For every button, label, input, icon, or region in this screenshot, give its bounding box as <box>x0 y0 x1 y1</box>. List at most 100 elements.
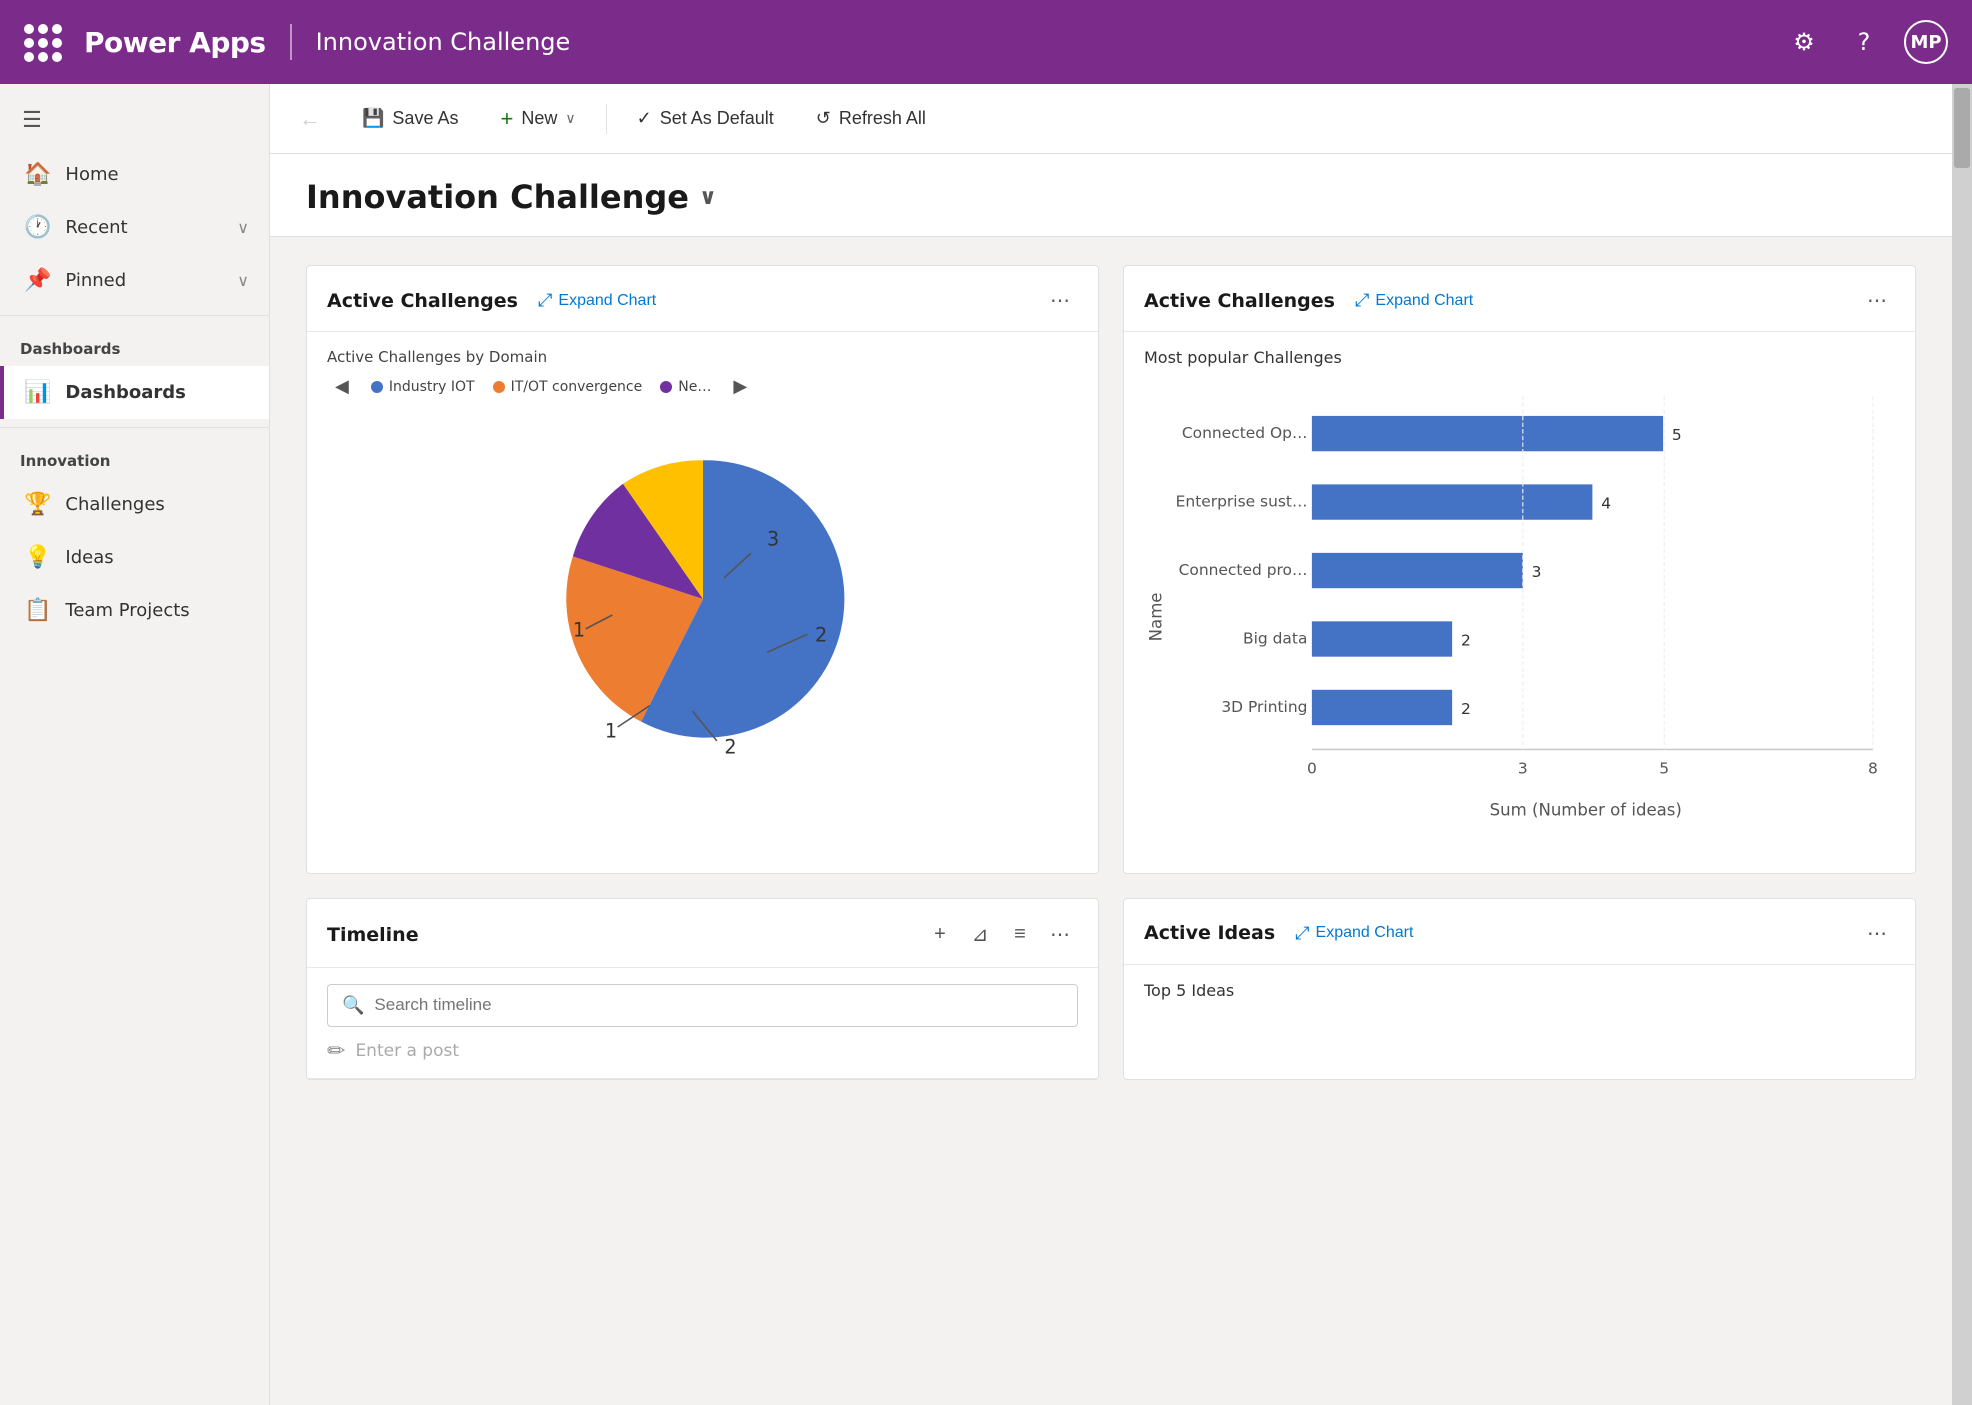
sidebar: ☰ 🏠 Home 🕐 Recent ∨ 📌 Pinned ∨ Dashboard… <box>0 84 270 1405</box>
settings-icon[interactable]: ⚙ <box>1784 22 1824 62</box>
toolbar: ← 💾 Save As + New ∨ ✓ Set As Default ↺ R… <box>270 84 1952 154</box>
x-axis-label: Sum (Number of ideas) <box>1490 801 1682 820</box>
x-tick-5: 5 <box>1659 760 1669 778</box>
page-header: Innovation Challenge ∨ <box>270 154 1952 237</box>
timeline-sort-button[interactable]: ≡ <box>1002 917 1038 953</box>
bar-rect-4 <box>1312 621 1452 656</box>
pencil-icon: ✏ <box>327 1039 345 1064</box>
bar-expand-icon: ⤢ <box>1355 290 1369 311</box>
sidebar-divider-1 <box>0 315 269 316</box>
bar-rect-3 <box>1312 553 1523 588</box>
user-avatar[interactable]: MP <box>1904 20 1948 64</box>
challenges-icon: 🏆 <box>24 492 51 517</box>
ideas-expand-chart-button[interactable]: ⤢ Expand Chart <box>1287 919 1421 948</box>
bar-val-3: 3 <box>1532 563 1542 581</box>
timeline-card-header: Timeline + ⊿ ≡ ⋯ <box>307 899 1098 968</box>
top-nav: Power Apps Innovation Challenge ⚙ ? MP <box>0 0 1972 84</box>
x-tick-8: 8 <box>1868 760 1878 778</box>
ideas-card-header: Active Ideas ⤢ Expand Chart ⋯ <box>1124 899 1915 965</box>
timeline-add-button[interactable]: + <box>922 917 958 953</box>
refresh-label: Refresh All <box>839 108 926 129</box>
legend-label-itot: IT/OT convergence <box>511 379 643 395</box>
innovation-section-label: Innovation <box>0 436 269 478</box>
timeline-post-area: ✏ Enter a post <box>307 1039 1098 1079</box>
ideas-card-more-button[interactable]: ⋯ <box>1859 917 1895 950</box>
new-dropdown-arrow-icon: ∨ <box>565 110 575 127</box>
refresh-all-button[interactable]: ↺ Refresh All <box>798 98 944 139</box>
sidebar-item-team-projects-label: Team Projects <box>65 600 189 621</box>
new-icon: + <box>500 106 513 132</box>
bar-rect-2 <box>1312 484 1593 519</box>
pie-label-1-left: 1 <box>572 618 584 641</box>
search-icon: 🔍 <box>342 995 364 1016</box>
back-button[interactable]: ← <box>290 99 330 139</box>
timeline-card: Timeline + ⊿ ≡ ⋯ 🔍 ✏ Enter a post <box>306 898 1099 1080</box>
bar-val-2: 4 <box>1601 495 1611 513</box>
main-content: ← 💾 Save As + New ∨ ✓ Set As Default ↺ R… <box>270 84 1952 1405</box>
bar-label-3: Connected pro… <box>1179 561 1308 579</box>
pie-label-2-btm: 2 <box>724 736 736 759</box>
sidebar-item-challenges[interactable]: 🏆 Challenges <box>0 478 269 531</box>
nav-page-title: Innovation Challenge <box>316 28 571 56</box>
ideas-expand-icon: ⤢ <box>1295 923 1309 944</box>
pie-expand-chart-button[interactable]: ⤢ Expand Chart <box>530 286 664 315</box>
new-label: New <box>521 108 557 129</box>
help-icon[interactable]: ? <box>1844 22 1884 62</box>
sidebar-item-team-projects[interactable]: 📋 Team Projects <box>0 584 269 637</box>
new-button[interactable]: + New ∨ <box>482 96 593 142</box>
bar-y-axis-label: Name <box>1147 593 1166 642</box>
main-layout: ☰ 🏠 Home 🕐 Recent ∨ 📌 Pinned ∨ Dashboard… <box>0 84 1972 1405</box>
bar-rect-1 <box>1312 416 1663 451</box>
pie-nav-next[interactable]: ▶ <box>729 376 751 397</box>
bar-label-4: Big data <box>1243 629 1307 647</box>
active-challenges-pie-card: Active Challenges ⤢ Expand Chart ⋯ Activ… <box>306 265 1099 874</box>
timeline-search-input[interactable] <box>374 995 1063 1015</box>
nav-divider <box>290 24 292 60</box>
bar-label-2: Enterprise sust… <box>1176 492 1308 510</box>
bar-card-more-button[interactable]: ⋯ <box>1859 284 1895 317</box>
bar-expand-chart-button[interactable]: ⤢ Expand Chart <box>1347 286 1481 315</box>
timeline-more-button[interactable]: ⋯ <box>1042 917 1078 953</box>
save-as-icon: 💾 <box>362 108 384 129</box>
sidebar-item-pinned[interactable]: 📌 Pinned ∨ <box>0 254 269 307</box>
pie-card-title: Active Challenges <box>327 290 518 312</box>
legend-dot-itot <box>493 381 505 393</box>
page-title-text: Innovation Challenge <box>306 178 689 216</box>
pie-card-more-button[interactable]: ⋯ <box>1042 284 1078 317</box>
sidebar-item-ideas[interactable]: 💡 Ideas <box>0 531 269 584</box>
pie-legend: ◀ Industry IOT IT/OT convergence Ne… <box>327 376 1078 397</box>
scrollbar-thumb[interactable] <box>1954 88 1970 168</box>
sidebar-item-home[interactable]: 🏠 Home <box>0 148 269 201</box>
bar-subtitle: Most popular Challenges <box>1144 348 1895 367</box>
legend-dot-iot <box>371 381 383 393</box>
refresh-icon: ↺ <box>816 108 831 129</box>
pie-subtitle: Active Challenges by Domain <box>327 348 1078 366</box>
save-as-label: Save As <box>392 108 458 129</box>
sidebar-item-dashboards-label: Dashboards <box>65 382 186 403</box>
hamburger-menu-button[interactable]: ☰ <box>8 92 56 148</box>
sidebar-item-home-label: Home <box>65 164 118 185</box>
timeline-filter-button[interactable]: ⊿ <box>962 917 998 953</box>
sidebar-item-dashboards[interactable]: 📊 Dashboards <box>0 366 269 419</box>
timeline-search-bar[interactable]: 🔍 <box>327 984 1078 1027</box>
app-launcher-button[interactable] <box>24 24 60 60</box>
sidebar-item-recent-label: Recent <box>65 217 127 238</box>
pie-nav-prev[interactable]: ◀ <box>331 376 353 397</box>
scrollbar[interactable] <box>1952 84 1972 1405</box>
pie-label-2-right: 2 <box>815 624 827 647</box>
sidebar-item-ideas-label: Ideas <box>65 547 113 568</box>
sidebar-item-recent[interactable]: 🕐 Recent ∨ <box>0 201 269 254</box>
pie-label-3: 3 <box>767 528 779 551</box>
dashboards-icon: 📊 <box>24 380 51 405</box>
home-icon: 🏠 <box>24 162 51 187</box>
pie-chart-container: 3 2 2 1 1 <box>327 409 1078 789</box>
pie-card-header: Active Challenges ⤢ Expand Chart ⋯ <box>307 266 1098 332</box>
set-default-button[interactable]: ✓ Set As Default <box>619 98 792 139</box>
legend-label-iot: Industry IOT <box>389 379 475 395</box>
ideas-subtitle: Top 5 Ideas <box>1144 981 1895 1000</box>
timeline-post-placeholder[interactable]: Enter a post <box>355 1041 459 1061</box>
team-projects-icon: 📋 <box>24 598 51 623</box>
pie-label-1-btm: 1 <box>604 720 616 743</box>
save-as-button[interactable]: 💾 Save As <box>344 98 476 139</box>
title-chevron-icon[interactable]: ∨ <box>699 185 717 210</box>
